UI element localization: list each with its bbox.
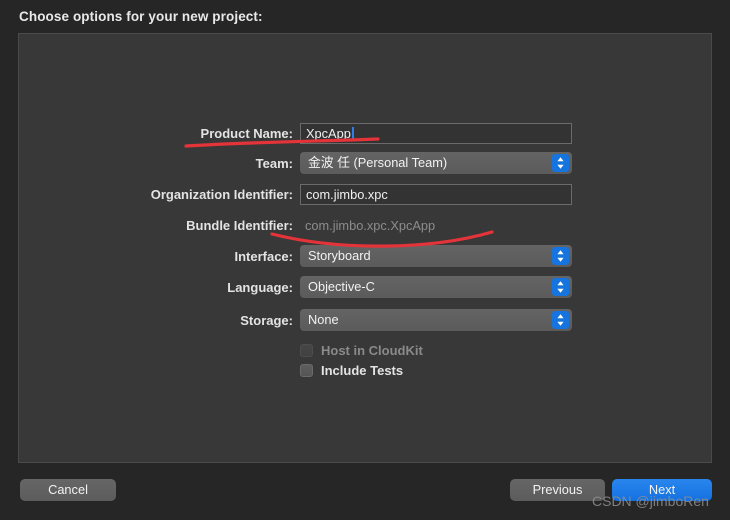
host-in-cloudkit-label: Host in CloudKit — [321, 343, 423, 358]
new-project-options-dialog: Choose options for your new project: Pro… — [0, 0, 730, 520]
product-name-value: XpcApp — [306, 126, 351, 141]
page-title: Choose options for your new project: — [19, 9, 263, 24]
organization-identifier-value: com.jimbo.xpc — [306, 187, 388, 202]
host-in-cloudkit-checkbox — [300, 344, 313, 357]
field-row-language: Language: Objective-C — [19, 275, 713, 301]
storage-label: Storage: — [240, 313, 293, 328]
bundle-identifier-label: Bundle Identifier: — [186, 218, 293, 233]
bundle-identifier-value: com.jimbo.xpc.XpcApp — [305, 218, 436, 233]
product-name-label: Product Name: — [200, 126, 293, 141]
organization-identifier-label: Organization Identifier: — [150, 187, 293, 202]
options-panel: Product Name: XpcApp Team: 金波 任 (Persona… — [18, 33, 712, 463]
chevron-up-down-icon[interactable] — [552, 247, 569, 265]
storage-value: None — [308, 312, 339, 327]
interface-label: Interface: — [234, 249, 293, 264]
field-row-organization-identifier: Organization Identifier: com.jimbo.xpc — [19, 182, 713, 208]
chevron-up-down-icon[interactable] — [552, 311, 569, 329]
storage-select[interactable]: None — [300, 309, 572, 331]
field-row-product-name: Product Name: XpcApp — [19, 121, 713, 147]
language-select[interactable]: Objective-C — [300, 276, 572, 298]
previous-button[interactable]: Previous — [510, 479, 605, 501]
field-row-storage: Storage: None — [19, 308, 713, 334]
text-caret — [351, 127, 354, 141]
language-label: Language: — [227, 280, 293, 295]
chevron-up-down-icon[interactable] — [552, 278, 569, 296]
interface-select[interactable]: Storyboard — [300, 245, 572, 267]
product-name-input[interactable]: XpcApp — [300, 123, 572, 144]
cancel-button[interactable]: Cancel — [20, 479, 116, 501]
watermark: CSDN @jimboRen — [592, 493, 709, 509]
include-tests-label: Include Tests — [321, 363, 404, 378]
organization-identifier-input[interactable]: com.jimbo.xpc — [300, 184, 572, 205]
interface-value: Storyboard — [308, 248, 371, 263]
language-value: Objective-C — [308, 279, 375, 294]
chevron-up-down-icon[interactable] — [552, 154, 569, 172]
field-row-bundle-identifier: Bundle Identifier: com.jimbo.xpc.XpcApp — [19, 213, 713, 239]
field-row-interface: Interface: Storyboard — [19, 244, 713, 270]
team-select[interactable]: 金波 任 (Personal Team) — [300, 152, 572, 174]
team-value: 金波 任 (Personal Team) — [308, 155, 448, 170]
team-label: Team: — [255, 156, 293, 171]
include-tests-checkbox[interactable] — [300, 364, 313, 377]
field-row-team: Team: 金波 任 (Personal Team) — [19, 151, 713, 177]
